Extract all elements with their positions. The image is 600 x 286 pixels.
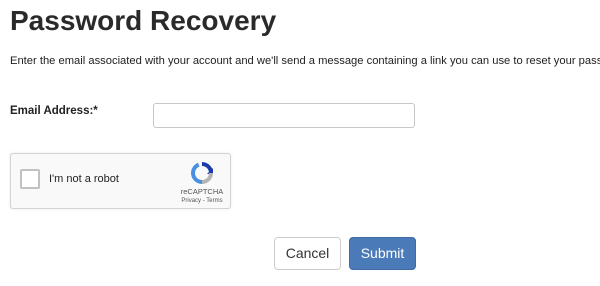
email-input[interactable]	[153, 103, 415, 128]
recaptcha-widget: I'm not a robot reCAPTCHA Privacy - Term…	[10, 153, 231, 209]
instructions-text: Enter the email associated with your acc…	[10, 55, 600, 67]
privacy-link[interactable]: Privacy	[181, 198, 201, 204]
page-title: Password Recovery	[10, 5, 277, 36]
recaptcha-checkbox[interactable]	[20, 169, 40, 189]
terms-link[interactable]: Terms	[206, 198, 222, 204]
recaptcha-label: I'm not a robot	[49, 173, 119, 185]
recaptcha-brand: reCAPTCHA	[180, 187, 224, 196]
email-label: Email Address:*	[10, 105, 98, 117]
cancel-button[interactable]: Cancel	[274, 237, 341, 270]
recaptcha-links: Privacy - Terms	[171, 197, 233, 205]
recaptcha-logo-icon	[191, 162, 213, 184]
submit-button[interactable]: Submit	[349, 237, 416, 270]
